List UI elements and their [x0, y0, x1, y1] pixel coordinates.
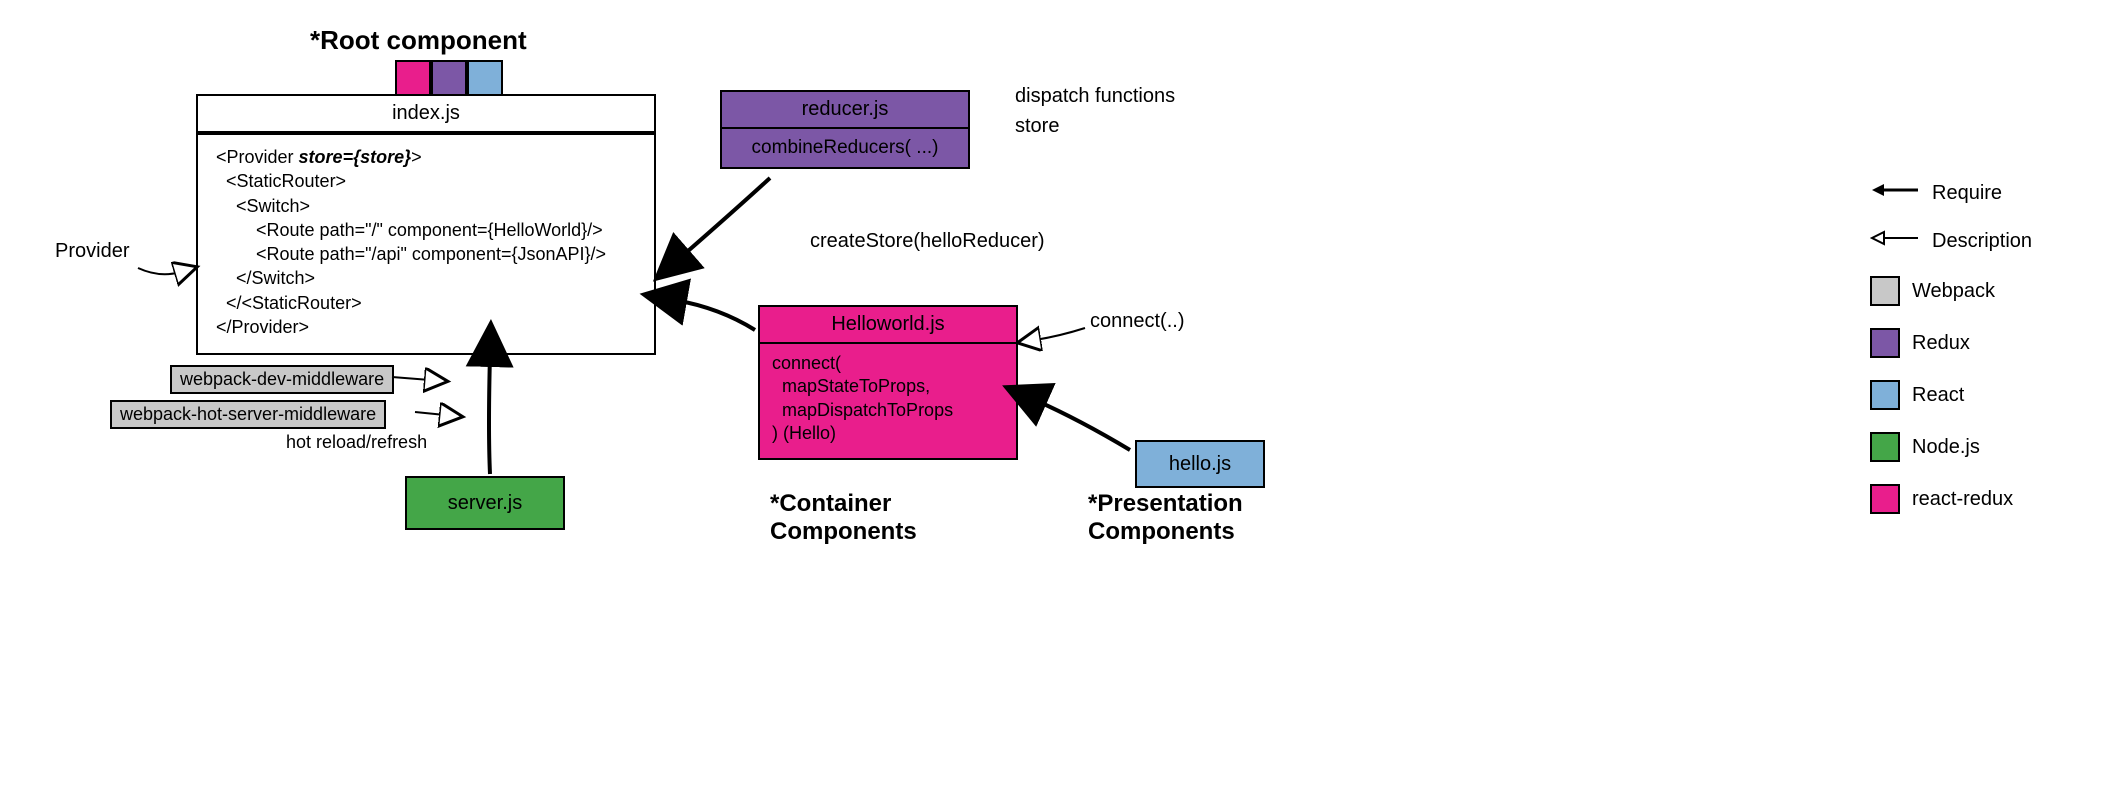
reducer-js-box: reducer.js combineReducers( ...) — [720, 90, 970, 169]
code-prefix: <Provider — [216, 147, 299, 167]
arrow-open-icon — [1870, 228, 1920, 254]
store-label: store — [1015, 115, 1059, 138]
webpack-hot-server-middleware-box: webpack-hot-server-middleware — [110, 400, 386, 429]
server-js-box: server.js — [405, 476, 565, 530]
legend-node: Node.js — [1870, 432, 2032, 462]
legend-react-redux-swatch-icon — [1870, 484, 1900, 514]
legend-node-swatch-icon — [1870, 432, 1900, 462]
legend-node-label: Node.js — [1912, 436, 1980, 459]
legend-description: Description — [1870, 228, 2032, 254]
helloworld-js-body: connect( mapStateToProps, mapDispatchToP… — [760, 344, 1016, 458]
root-component-title: *Root component — [310, 25, 527, 56]
legend-redux: Redux — [1870, 328, 2032, 358]
webpack-dev-middleware-box: webpack-dev-middleware — [170, 365, 394, 394]
swatch-react-icon — [467, 60, 503, 96]
helloworld-js-header: Helloworld.js — [760, 307, 1016, 344]
index-js-header: index.js — [198, 96, 654, 135]
arrow-solid-icon — [1870, 180, 1920, 206]
legend-require: Require — [1870, 180, 2032, 206]
legend-description-label: Description — [1932, 230, 2032, 253]
helloworld-js-box: Helloworld.js connect( mapStateToProps, … — [758, 305, 1018, 460]
legend-react-swatch-icon — [1870, 380, 1900, 410]
container-components-title: *Container Components — [770, 490, 917, 546]
legend-react-redux: react-redux — [1870, 484, 2032, 514]
index-js-box: index.js <Provider store={store}> <Stati… — [196, 94, 656, 355]
dispatch-functions-label: dispatch functions — [1015, 85, 1175, 108]
legend-react: React — [1870, 380, 2032, 410]
root-swatches — [395, 60, 503, 96]
legend-webpack-label: Webpack — [1912, 280, 1995, 303]
connect-label: connect(..) — [1090, 310, 1184, 333]
reducer-js-header: reducer.js — [722, 92, 968, 129]
legend-react-redux-label: react-redux — [1912, 488, 2013, 511]
legend: Require Description Webpack Redux React … — [1870, 180, 2032, 514]
swatch-react-redux-icon — [395, 60, 431, 96]
hello-js-box: hello.js — [1135, 440, 1265, 488]
index-js-code: <Provider store={store}> <StaticRouter> … — [198, 135, 654, 353]
legend-webpack-swatch-icon — [1870, 276, 1900, 306]
swatch-redux-icon — [431, 60, 467, 96]
legend-react-label: React — [1912, 384, 1964, 407]
provider-label: Provider — [55, 240, 129, 263]
hot-reload-label: hot reload/refresh — [286, 432, 427, 453]
create-store-label: createStore(helloReducer) — [810, 230, 1045, 253]
legend-redux-label: Redux — [1912, 332, 1970, 355]
code-rest: > <StaticRouter> <Switch> <Route path="/… — [216, 147, 606, 337]
legend-webpack: Webpack — [1870, 276, 2032, 306]
legend-redux-swatch-icon — [1870, 328, 1900, 358]
code-store-bold: store={store} — [299, 147, 412, 167]
legend-require-label: Require — [1932, 182, 2002, 205]
presentation-components-title: *Presentation Components — [1088, 490, 1243, 546]
reducer-js-body: combineReducers( ...) — [722, 129, 968, 167]
